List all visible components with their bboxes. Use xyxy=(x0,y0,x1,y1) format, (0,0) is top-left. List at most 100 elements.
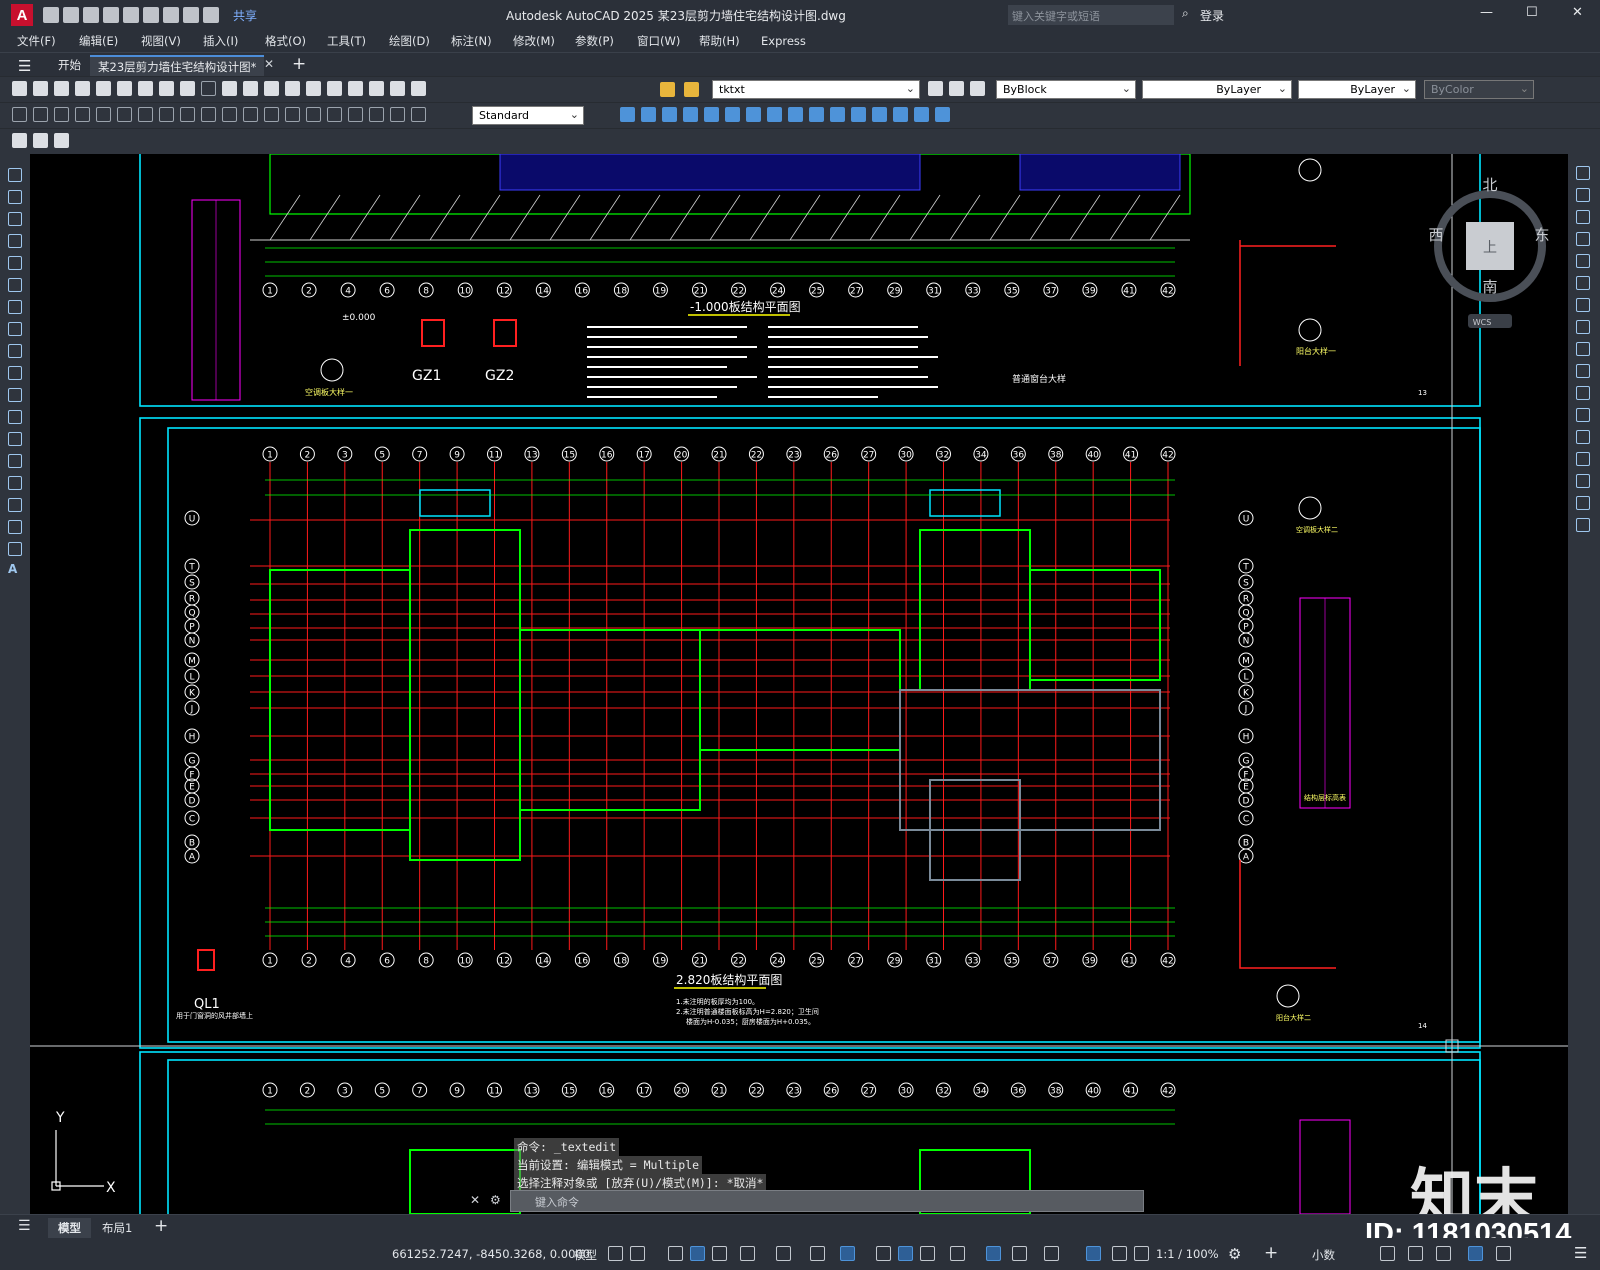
color-dropdown[interactable]: ByBlock ⌄ xyxy=(996,80,1136,99)
model-space-button[interactable]: 模型 xyxy=(574,1247,597,1263)
open-icon[interactable] xyxy=(33,81,48,96)
ordinate-icon[interactable] xyxy=(75,107,90,122)
extend-icon[interactable] xyxy=(830,107,845,122)
menu-draw[interactable]: 绘图(D) xyxy=(389,33,451,49)
fillet-icon[interactable] xyxy=(914,107,929,122)
text-style-dropdown[interactable]: Standard ⌄ xyxy=(472,106,584,125)
array-icon[interactable] xyxy=(704,107,719,122)
erase-icon[interactable] xyxy=(620,107,635,122)
diameter-icon[interactable] xyxy=(138,107,153,122)
cut-icon[interactable] xyxy=(138,81,153,96)
scale-side-icon[interactable] xyxy=(1576,320,1590,334)
polygon-icon[interactable] xyxy=(8,234,22,248)
autocad-logo-icon[interactable]: A xyxy=(11,4,33,26)
rotate-side-icon[interactable] xyxy=(1576,298,1590,312)
offset-icon[interactable] xyxy=(683,107,698,122)
preview-icon[interactable] xyxy=(96,81,111,96)
lineweight-dropdown[interactable]: ByLayer ⌄ xyxy=(1298,80,1416,99)
jogged-icon[interactable] xyxy=(117,107,132,122)
update-icon[interactable] xyxy=(411,107,426,122)
construction-line-icon[interactable] xyxy=(8,190,22,204)
mtext-icon[interactable]: A xyxy=(8,562,17,576)
move-icon[interactable] xyxy=(725,107,740,122)
undo-icon[interactable] xyxy=(183,7,199,23)
annotation-visibility-icon[interactable] xyxy=(1086,1246,1101,1261)
new-tab-icon[interactable]: + xyxy=(292,54,306,74)
aligned-dim-icon[interactable] xyxy=(33,107,48,122)
polyline-icon[interactable] xyxy=(8,212,22,226)
isolate-objects-icon[interactable] xyxy=(1436,1246,1451,1261)
tab-document[interactable]: 某23层剪力墙住宅结构设计图* xyxy=(90,55,265,76)
paste-icon[interactable] xyxy=(180,81,195,96)
compass-east[interactable]: 东 xyxy=(1534,226,1549,244)
share-button[interactable]: 共享 xyxy=(233,7,257,24)
tolerance-icon[interactable] xyxy=(285,107,300,122)
customize-menu-icon[interactable]: ☰ xyxy=(1574,1244,1587,1262)
spline-icon[interactable] xyxy=(8,344,22,358)
light-bulb-icon[interactable] xyxy=(660,82,675,97)
command-input[interactable]: 键入命令 xyxy=(510,1190,1144,1212)
break-side-icon[interactable] xyxy=(1576,408,1590,422)
layout-menu-icon[interactable]: ☰ xyxy=(18,1218,31,1234)
object-snap-icon[interactable] xyxy=(840,1246,855,1261)
radius-icon[interactable] xyxy=(96,107,111,122)
save-icon[interactable] xyxy=(83,7,99,23)
help-icon[interactable] xyxy=(390,81,405,96)
lock-ui-icon[interactable] xyxy=(1408,1246,1423,1261)
copy-obj-icon[interactable] xyxy=(641,107,656,122)
edit-dim-icon[interactable] xyxy=(369,107,384,122)
close-cmd-icon[interactable]: ✕ xyxy=(470,1193,480,1207)
blend-side-icon[interactable] xyxy=(1576,496,1590,510)
layer-state-icon[interactable] xyxy=(970,81,985,96)
edit-text-icon[interactable] xyxy=(390,107,405,122)
lineweight-icon[interactable] xyxy=(876,1246,891,1261)
menu-tools[interactable]: 工具(T) xyxy=(327,33,389,49)
publish-icon[interactable] xyxy=(117,81,132,96)
design-center-icon[interactable] xyxy=(327,81,342,96)
menu-dimension[interactable]: 标注(N) xyxy=(451,33,513,49)
hatch-icon[interactable] xyxy=(8,476,22,490)
object-snap-tracking-icon[interactable] xyxy=(810,1246,825,1261)
layer-manager-icon[interactable] xyxy=(411,81,426,96)
angular-icon[interactable] xyxy=(159,107,174,122)
line-icon[interactable] xyxy=(8,168,22,182)
workspace-gear-icon[interactable]: ⚙ xyxy=(1228,1245,1241,1263)
polar-icon[interactable] xyxy=(740,1246,755,1261)
fillet-side-icon[interactable] xyxy=(1576,474,1590,488)
menu-help[interactable]: 帮助(H) xyxy=(699,33,761,49)
break-obj-icon[interactable] xyxy=(851,107,866,122)
extend-side-icon[interactable] xyxy=(1576,386,1590,400)
menu-format[interactable]: 格式(O) xyxy=(265,33,327,49)
menu-modify[interactable]: 修改(M) xyxy=(513,33,575,49)
clean-screen-icon[interactable] xyxy=(1496,1246,1511,1261)
search-icon[interactable]: ⌕ xyxy=(1182,6,1189,21)
infer-icon[interactable] xyxy=(668,1246,683,1261)
menu-file[interactable]: 文件(F) xyxy=(17,33,79,49)
mirror-icon[interactable] xyxy=(662,107,677,122)
make-block-icon[interactable] xyxy=(8,432,22,446)
rotate-icon[interactable] xyxy=(746,107,761,122)
menu-edit[interactable]: 编辑(E) xyxy=(79,33,141,49)
grid-icon[interactable] xyxy=(608,1246,623,1261)
gradient-icon[interactable] xyxy=(8,498,22,512)
stretch-icon[interactable] xyxy=(788,107,803,122)
revcloud-icon[interactable] xyxy=(8,322,22,336)
linetype-dropdown[interactable]: ByLayer ⌄ xyxy=(1142,80,1292,99)
table-icon[interactable] xyxy=(8,542,22,556)
insert-icon[interactable] xyxy=(8,410,22,424)
menu-icon[interactable]: ☰ xyxy=(18,57,31,75)
match-prop-icon[interactable] xyxy=(201,81,216,96)
linear-dim-icon[interactable] xyxy=(12,107,27,122)
plot-tb-icon[interactable] xyxy=(75,81,90,96)
selection-filter-icon[interactable] xyxy=(1012,1246,1027,1261)
maximize-icon[interactable]: ☐ xyxy=(1526,5,1538,20)
redo-tb-icon[interactable] xyxy=(243,81,258,96)
drawing-canvas[interactable]: 1 2 4 6 8 10 12 14 16 18 19 21 22 24 25 27 29 31 33 35 37 39 4… xyxy=(30,154,1568,1214)
annotation-scale-icon[interactable] xyxy=(1134,1246,1149,1261)
erase-side-icon[interactable] xyxy=(1576,166,1590,180)
menu-parametric[interactable]: 参数(P) xyxy=(575,33,637,49)
jog-line-icon[interactable] xyxy=(348,107,363,122)
gizmo-icon[interactable] xyxy=(1044,1246,1059,1261)
mirror-side-icon[interactable] xyxy=(1576,210,1590,224)
annotation-monitor-icon[interactable]: + xyxy=(1264,1243,1278,1263)
